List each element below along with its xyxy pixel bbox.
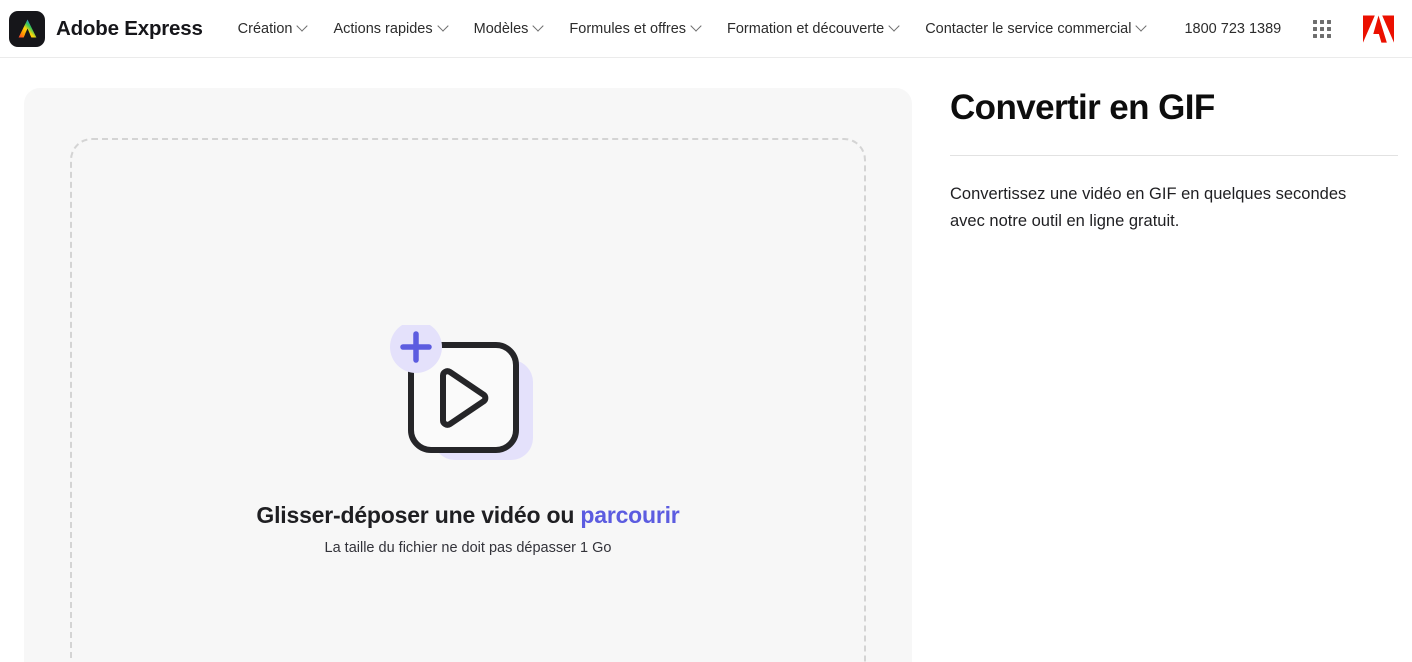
- dropzone-title-text: Glisser-déposer une vidéo ou: [256, 502, 581, 528]
- app-grid-icon[interactable]: [1309, 16, 1335, 42]
- main-content: Glisser-déposer une vidéo ou parcourir L…: [0, 58, 1412, 662]
- video-add-icon: [388, 321, 548, 470]
- brand-name: Adobe Express: [56, 16, 203, 40]
- browse-link[interactable]: parcourir: [580, 502, 679, 528]
- page-title: Convertir en GIF: [950, 88, 1215, 127]
- upload-card: Glisser-déposer une vidéo ou parcourir L…: [24, 88, 912, 662]
- primary-navigation: Création Actions rapides Modèles Formule…: [225, 15, 1309, 43]
- chevron-down-icon: [534, 22, 543, 31]
- nav-item-label: Modèles: [473, 20, 529, 37]
- title-divider: [950, 155, 1398, 157]
- dropzone-title: Glisser-déposer une vidéo ou parcourir: [256, 502, 679, 529]
- nav-item-label: Formules et offres: [569, 20, 687, 37]
- info-panel: Convertir en GIF Convertissez une vidéo …: [912, 88, 1412, 235]
- chevron-down-icon: [692, 22, 701, 31]
- header-right-actions: [1309, 14, 1412, 43]
- nav-item-label: Formation et découverte: [727, 20, 885, 37]
- dropzone-content: Glisser-déposer une vidéo ou parcourir L…: [72, 321, 864, 556]
- nav-item-label: Contacter le service commercial: [925, 20, 1132, 37]
- chevron-down-icon: [298, 22, 307, 31]
- adobe-express-logo-icon: [9, 10, 45, 47]
- chevron-down-icon: [1137, 22, 1146, 31]
- nav-item-formules-et-offres[interactable]: Formules et offres: [556, 15, 714, 43]
- nav-item-actions-rapides[interactable]: Actions rapides: [320, 15, 460, 43]
- sales-phone-number[interactable]: 1800 723 1389: [1171, 15, 1294, 43]
- nav-item-formation-et-decouverte[interactable]: Formation et découverte: [714, 15, 912, 43]
- nav-item-label: Création: [237, 20, 293, 37]
- brand-home-link[interactable]: Adobe Express: [9, 10, 225, 47]
- nav-item-label: Actions rapides: [333, 20, 433, 37]
- nav-item-modeles[interactable]: Modèles: [461, 15, 557, 43]
- adobe-logo-icon[interactable]: [1363, 14, 1394, 43]
- page-description: Convertissez une vidéo en GIF en quelque…: [950, 185, 1347, 230]
- nav-item-creation[interactable]: Création: [225, 15, 321, 43]
- video-dropzone[interactable]: Glisser-déposer une vidéo ou parcourir L…: [70, 138, 866, 662]
- dropzone-size-note: La taille du fichier ne doit pas dépasse…: [324, 540, 612, 556]
- nav-item-contacter-le-service-commercial[interactable]: Contacter le service commercial: [912, 15, 1159, 43]
- chevron-down-icon: [890, 22, 899, 31]
- chevron-down-icon: [439, 22, 448, 31]
- site-header: Adobe Express Création Actions rapides M…: [0, 0, 1412, 58]
